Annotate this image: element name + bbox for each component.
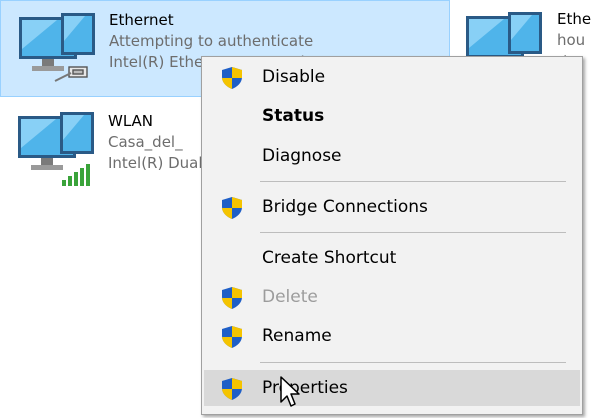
menu-separator: [260, 362, 566, 363]
connection-device: Intel(R) Dual Band Wireless: [108, 154, 208, 172]
connection-status: Attempting to authenticate: [109, 32, 314, 50]
menu-item-create-shortcut[interactable]: Create Shortcut: [204, 240, 580, 276]
uac-shield-icon: [222, 197, 242, 219]
uac-shield-icon: [222, 378, 242, 400]
uac-shield-icon: [222, 67, 242, 89]
uac-shield-icon: [222, 287, 242, 309]
connection-name: WLAN: [108, 112, 154, 130]
menu-item-bridge-connections[interactable]: Bridge Connections: [204, 189, 580, 225]
menu-separator: [260, 232, 566, 233]
menu-item-label: Diagnose: [262, 146, 342, 166]
menu-separator: [260, 181, 566, 182]
menu-item-rename[interactable]: Rename: [204, 318, 580, 354]
menu-item-label: Properties: [262, 378, 348, 398]
connection-status: Casa_del_: [108, 133, 183, 151]
mouse-cursor-icon: [280, 376, 300, 407]
connection-name: Ethernet: [109, 11, 174, 29]
menu-item-label: Status: [262, 106, 325, 126]
menu-item-label: Delete: [262, 287, 318, 307]
menu-item-label: Disable: [262, 67, 326, 87]
connection-status: hou: [557, 31, 586, 49]
wifi-adapter-icon: [18, 112, 94, 186]
menu-item-status[interactable]: Status: [204, 98, 580, 134]
context-menu: Disable Status Diagnose Bridge Connectio…: [201, 56, 583, 415]
menu-item-diagnose[interactable]: Diagnose: [204, 138, 580, 174]
ethernet-adapter-icon: [19, 13, 95, 82]
menu-item-disable[interactable]: Disable: [204, 59, 580, 95]
uac-shield-icon: [222, 326, 242, 348]
menu-item-label: Rename: [262, 326, 332, 346]
connection-name: Ethe: [557, 10, 592, 28]
menu-item-label: Bridge Connections: [262, 197, 428, 217]
menu-item-properties[interactable]: Properties: [204, 370, 580, 406]
menu-item-label: Create Shortcut: [262, 248, 397, 268]
menu-item-delete: Delete: [204, 279, 580, 315]
